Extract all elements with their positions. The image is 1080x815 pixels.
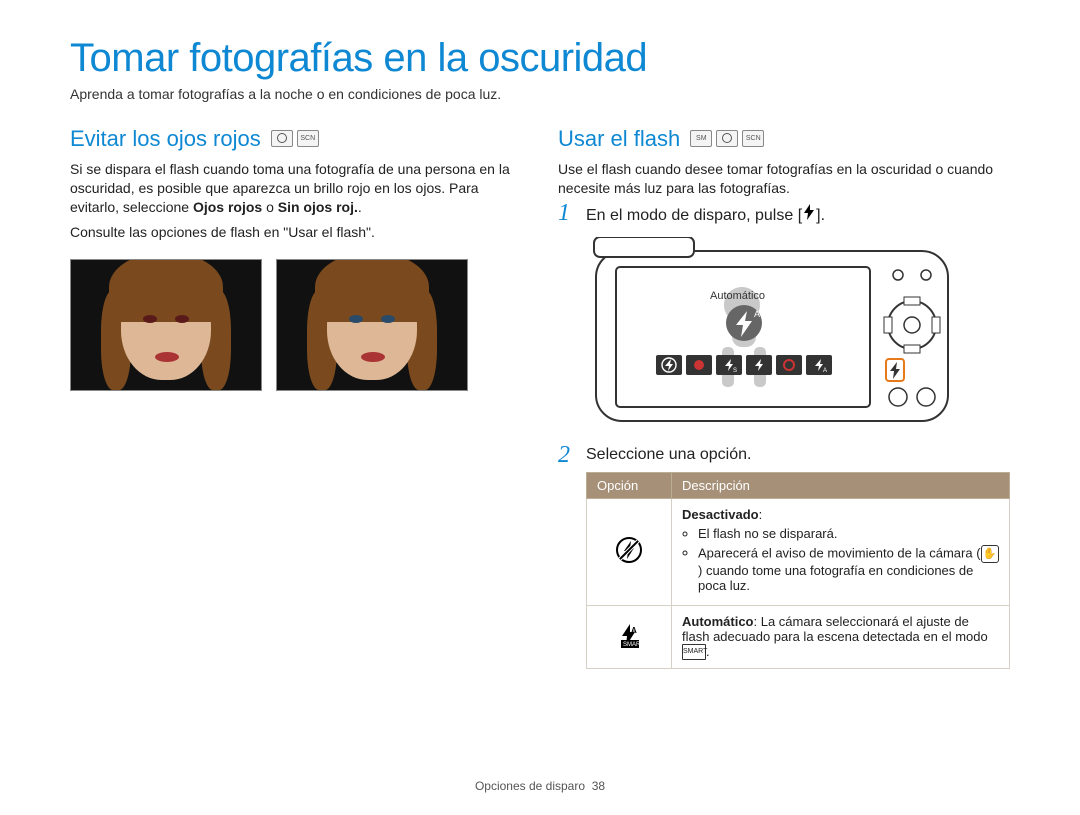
text-span: .: [706, 644, 710, 659]
text-span: ].: [816, 207, 825, 224]
heading-use-flash: Usar el flash SM SCN: [558, 126, 1010, 152]
text-span: Aparecerá el aviso de movimiento de la c…: [698, 545, 981, 560]
table-row: A SMART Automático: La cámara selecciona…: [587, 605, 1010, 669]
th-description: Descripción: [672, 472, 1010, 498]
red-eye-paragraph: Si se dispara el flash cuando toma una f…: [70, 160, 522, 217]
footer-page-number: 38: [592, 779, 605, 793]
smart-mode-icon: SM: [690, 130, 712, 147]
scene-mode-icon: SCN: [742, 130, 764, 147]
th-option: Opción: [587, 472, 672, 498]
scene-mode-icon: SCN: [297, 130, 319, 147]
step-1-text: En el modo de disparo, pulse [].: [586, 207, 825, 224]
bold-sin-ojos: Sin ojos roj.: [278, 199, 358, 215]
camera-screen-label: Automático: [710, 290, 765, 302]
text-span: ) cuando tome una fotografía en condicio…: [698, 563, 973, 593]
footer-section: Opciones de disparo: [475, 779, 585, 793]
option-title: Automático: [682, 614, 754, 629]
mode-icons: SCN: [271, 130, 319, 147]
svg-text:A: A: [631, 626, 637, 635]
svg-text:SMART: SMART: [623, 642, 643, 648]
photo-red-eyes: [70, 259, 262, 391]
two-column-layout: Evitar los ojos rojos SCN Si se dispara …: [70, 126, 1010, 681]
page-title: Tomar fotografías en la oscuridad: [70, 36, 1010, 81]
heading-avoid-red-eye: Evitar los ojos rojos SCN: [70, 126, 522, 152]
page-intro: Aprenda a tomar fotografías a la noche o…: [70, 85, 1010, 104]
svg-text:A: A: [823, 368, 827, 374]
steps-list: En el modo de disparo, pulse [].: [558, 204, 1010, 670]
step-2: Seleccione una opción. Opción Descripció…: [558, 446, 1010, 670]
flash-paragraph: Use el flash cuando desee tomar fotograf…: [558, 160, 1010, 198]
desc-desactivado: Desactivado: El flash no se disparará. A…: [672, 498, 1010, 605]
camera-mode-icon: [716, 130, 738, 147]
text-span: o: [262, 199, 278, 215]
red-eye-note: Consulte las opciones de flash en "Usar …: [70, 223, 522, 242]
table-row: Desactivado: El flash no se disparará. A…: [587, 498, 1010, 605]
column-left: Evitar los ojos rojos SCN Si se dispara …: [70, 126, 522, 681]
camera-mode-icon: [271, 130, 293, 147]
list-item: Aparecerá el aviso de movimiento de la c…: [698, 545, 999, 593]
options-table: Opción Descripción: [586, 472, 1010, 670]
svg-text:A: A: [754, 309, 760, 319]
column-right: Usar el flash SM SCN Use el flash cuando…: [558, 126, 1010, 681]
svg-text:S: S: [733, 368, 737, 374]
bold-ojos-rojos: Ojos rojos: [193, 199, 262, 215]
flash-auto-smart-icon: A SMART: [615, 621, 643, 649]
shake-warning-icon: ✋: [981, 545, 999, 563]
photo-corrected-eyes: [276, 259, 468, 391]
step-2-text: Seleccione una opción.: [586, 446, 751, 463]
option-title: Desactivado: [682, 507, 759, 522]
manual-page: Tomar fotografías en la oscuridad Aprend…: [0, 0, 1080, 815]
flash-off-icon: [615, 536, 643, 564]
step-1: En el modo de disparo, pulse [].: [558, 204, 1010, 432]
list-item: El flash no se disparará.: [698, 526, 999, 541]
smart-mode-icon: SMART: [682, 644, 706, 660]
page-footer: Opciones de disparo 38: [0, 779, 1080, 793]
text-span: En el modo de disparo, pulse [: [586, 207, 802, 224]
camera-diagram: Automático A S: [592, 237, 952, 432]
heading-text: Evitar los ojos rojos: [70, 126, 261, 152]
heading-text: Usar el flash: [558, 126, 680, 152]
flash-icon: [802, 204, 816, 220]
desc-automatico: Automático: La cámara seleccionará el aj…: [672, 605, 1010, 669]
mode-icons: SM SCN: [690, 130, 764, 147]
example-photos: [70, 259, 522, 391]
